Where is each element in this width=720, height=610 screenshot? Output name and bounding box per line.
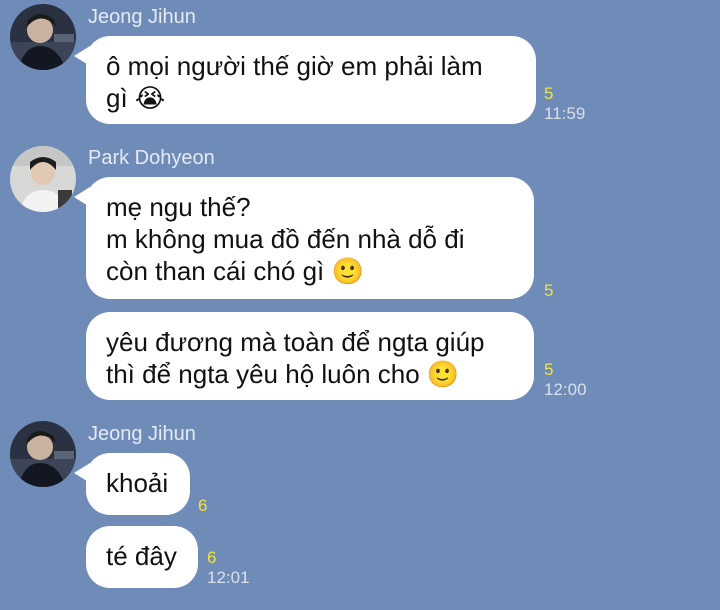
message-text-line: ô mọi người thế giờ em phải làm [106,51,483,81]
message-meta: 6 [198,496,207,516]
message-text-line: yêu đương mà toàn để ngta giúp [106,327,485,357]
message-text-line: khoải [106,468,169,498]
user-avatar-dark-icon [10,4,76,70]
avatar-jeong-jihun[interactable] [10,421,76,487]
message-text-line: thì để ngta yêu hộ luôn cho 🙂 [106,359,460,389]
unread-count: 5 [544,360,554,379]
message-bubble[interactable]: té đây [86,526,198,588]
message-bubble[interactable]: khoải [74,453,190,515]
avatar-jeong-jihun[interactable] [10,4,76,70]
message-meta: 5 11:59 [544,84,585,124]
unread-count: 5 [544,281,554,300]
message-bubble[interactable]: mẹ ngu thế? m không mua đồ đến nhà dỗ đi… [74,177,534,299]
unread-count: 6 [198,496,208,515]
user-avatar-light-icon [10,146,76,212]
message-time: 11:59 [544,104,586,123]
message-text-line: té đây [106,541,177,571]
unread-count: 6 [207,548,217,567]
message-bubble[interactable]: yêu đương mà toàn để ngta giúp thì để ng… [86,312,534,400]
user-avatar-dark-icon [10,421,76,487]
sender-name: Jeong Jihun [88,6,196,28]
message-text-line: gì 😭 [106,83,166,113]
message-meta: 6 12:01 [207,548,250,588]
message-meta: 5 [544,281,553,301]
sender-name: Park Dohyeon [88,147,215,169]
sender-name: Jeong Jihun [88,423,196,445]
message-text-line: m không mua đồ đến nhà dỗ đi [106,224,465,254]
message-meta: 5 12:00 [544,360,587,400]
unread-count: 5 [544,84,554,103]
message-time: 12:01 [207,568,250,587]
message-bubble[interactable]: ô mọi người thế giờ em phải làm gì 😭 [74,36,536,124]
message-text-line: còn than cái chó gì 🙂 [106,256,364,286]
avatar-park-dohyeon[interactable] [10,146,76,212]
message-time: 12:00 [544,380,587,399]
message-text-line: mẹ ngu thế? [106,192,251,222]
